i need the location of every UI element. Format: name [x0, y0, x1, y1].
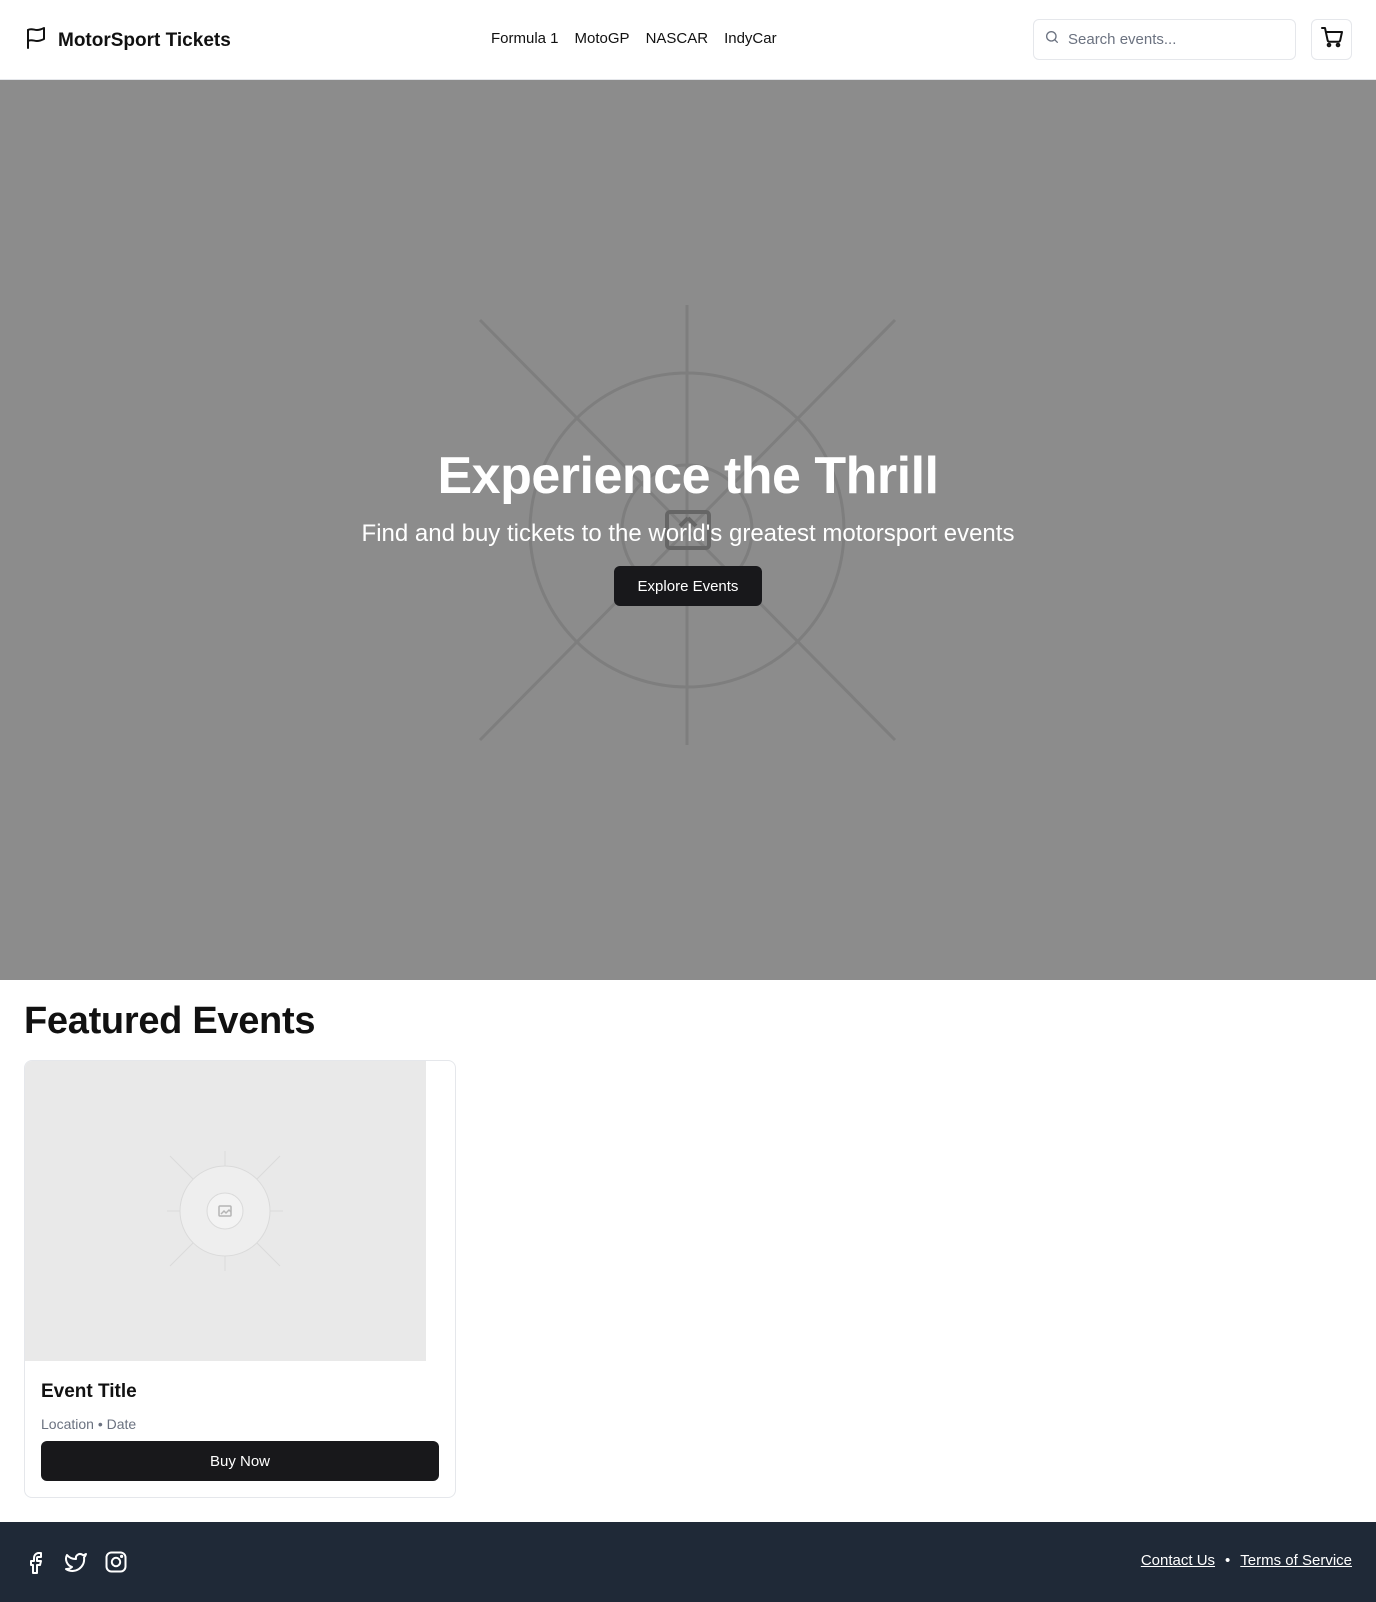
event-title: Event Title [41, 1381, 137, 1402]
hero-subtitle: Find and buy tickets to the world's grea… [361, 520, 1015, 547]
contact-us-link[interactable]: Contact Us [1141, 1552, 1215, 1569]
search-icon [1044, 29, 1060, 50]
brand-logo[interactable]: MotorSport Tickets [24, 26, 231, 55]
brand-name: MotorSport Tickets [58, 29, 231, 51]
nav-link-nascar[interactable]: NASCAR [646, 30, 709, 47]
instagram-icon[interactable] [104, 1550, 128, 1574]
cart-icon [1320, 25, 1344, 54]
search-box [1033, 19, 1296, 60]
featured-events-heading: Featured Events [24, 1000, 316, 1042]
event-card: Event Title Location • Date Buy Now [24, 1060, 456, 1498]
cart-button[interactable] [1311, 19, 1352, 60]
facebook-icon[interactable] [24, 1550, 48, 1574]
image-placeholder-icon [167, 1151, 283, 1271]
nav-link-motogp[interactable]: MotoGP [575, 30, 630, 47]
nav-link-formula-1[interactable]: Formula 1 [491, 30, 559, 47]
search-input[interactable] [1068, 31, 1288, 48]
event-location-date: Location • Date [41, 1416, 137, 1432]
hero-section: Experience the Thrill Find and buy ticke… [0, 80, 1376, 980]
social-links [24, 1550, 128, 1574]
footer-separator: • [1225, 1552, 1231, 1569]
buy-now-button[interactable]: Buy Now [41, 1441, 439, 1481]
nav-link-indycar[interactable]: IndyCar [724, 30, 777, 47]
explore-events-button[interactable]: Explore Events [614, 566, 762, 606]
hero-title: Experience the Thrill [437, 447, 940, 505]
main-nav: Formula 1 MotoGP NASCAR IndyCar [491, 30, 777, 47]
twitter-icon[interactable] [64, 1550, 88, 1574]
flag-icon [24, 26, 48, 55]
site-footer: Contact Us • Terms of Service [0, 1522, 1376, 1602]
site-header: MotorSport Tickets Formula 1 MotoGP NASC… [0, 0, 1376, 80]
terms-of-service-link[interactable]: Terms of Service [1240, 1552, 1352, 1569]
footer-links: Contact Us • Terms of Service [1141, 1552, 1352, 1569]
event-image-placeholder [25, 1061, 426, 1361]
